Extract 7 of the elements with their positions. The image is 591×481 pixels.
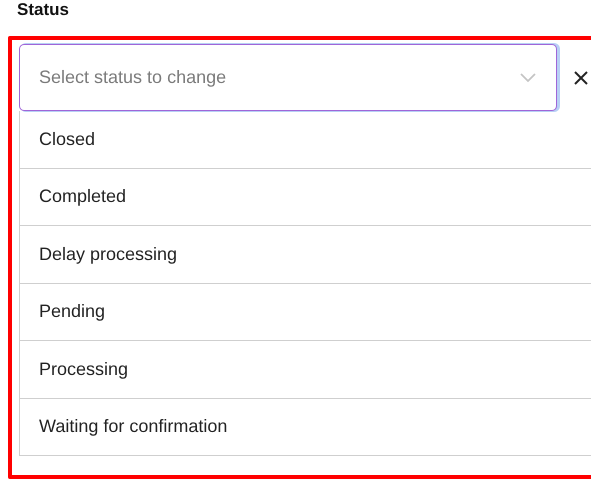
status-option[interactable]: Waiting for confirmation (20, 398, 591, 456)
status-select[interactable]: Select status to change (19, 44, 557, 111)
chevron-icon (520, 72, 536, 82)
close-icon[interactable] (573, 70, 589, 86)
status-option[interactable]: Pending (20, 284, 591, 341)
status-option[interactable]: Completed (20, 168, 591, 226)
field-label: Status (16, 0, 70, 21)
